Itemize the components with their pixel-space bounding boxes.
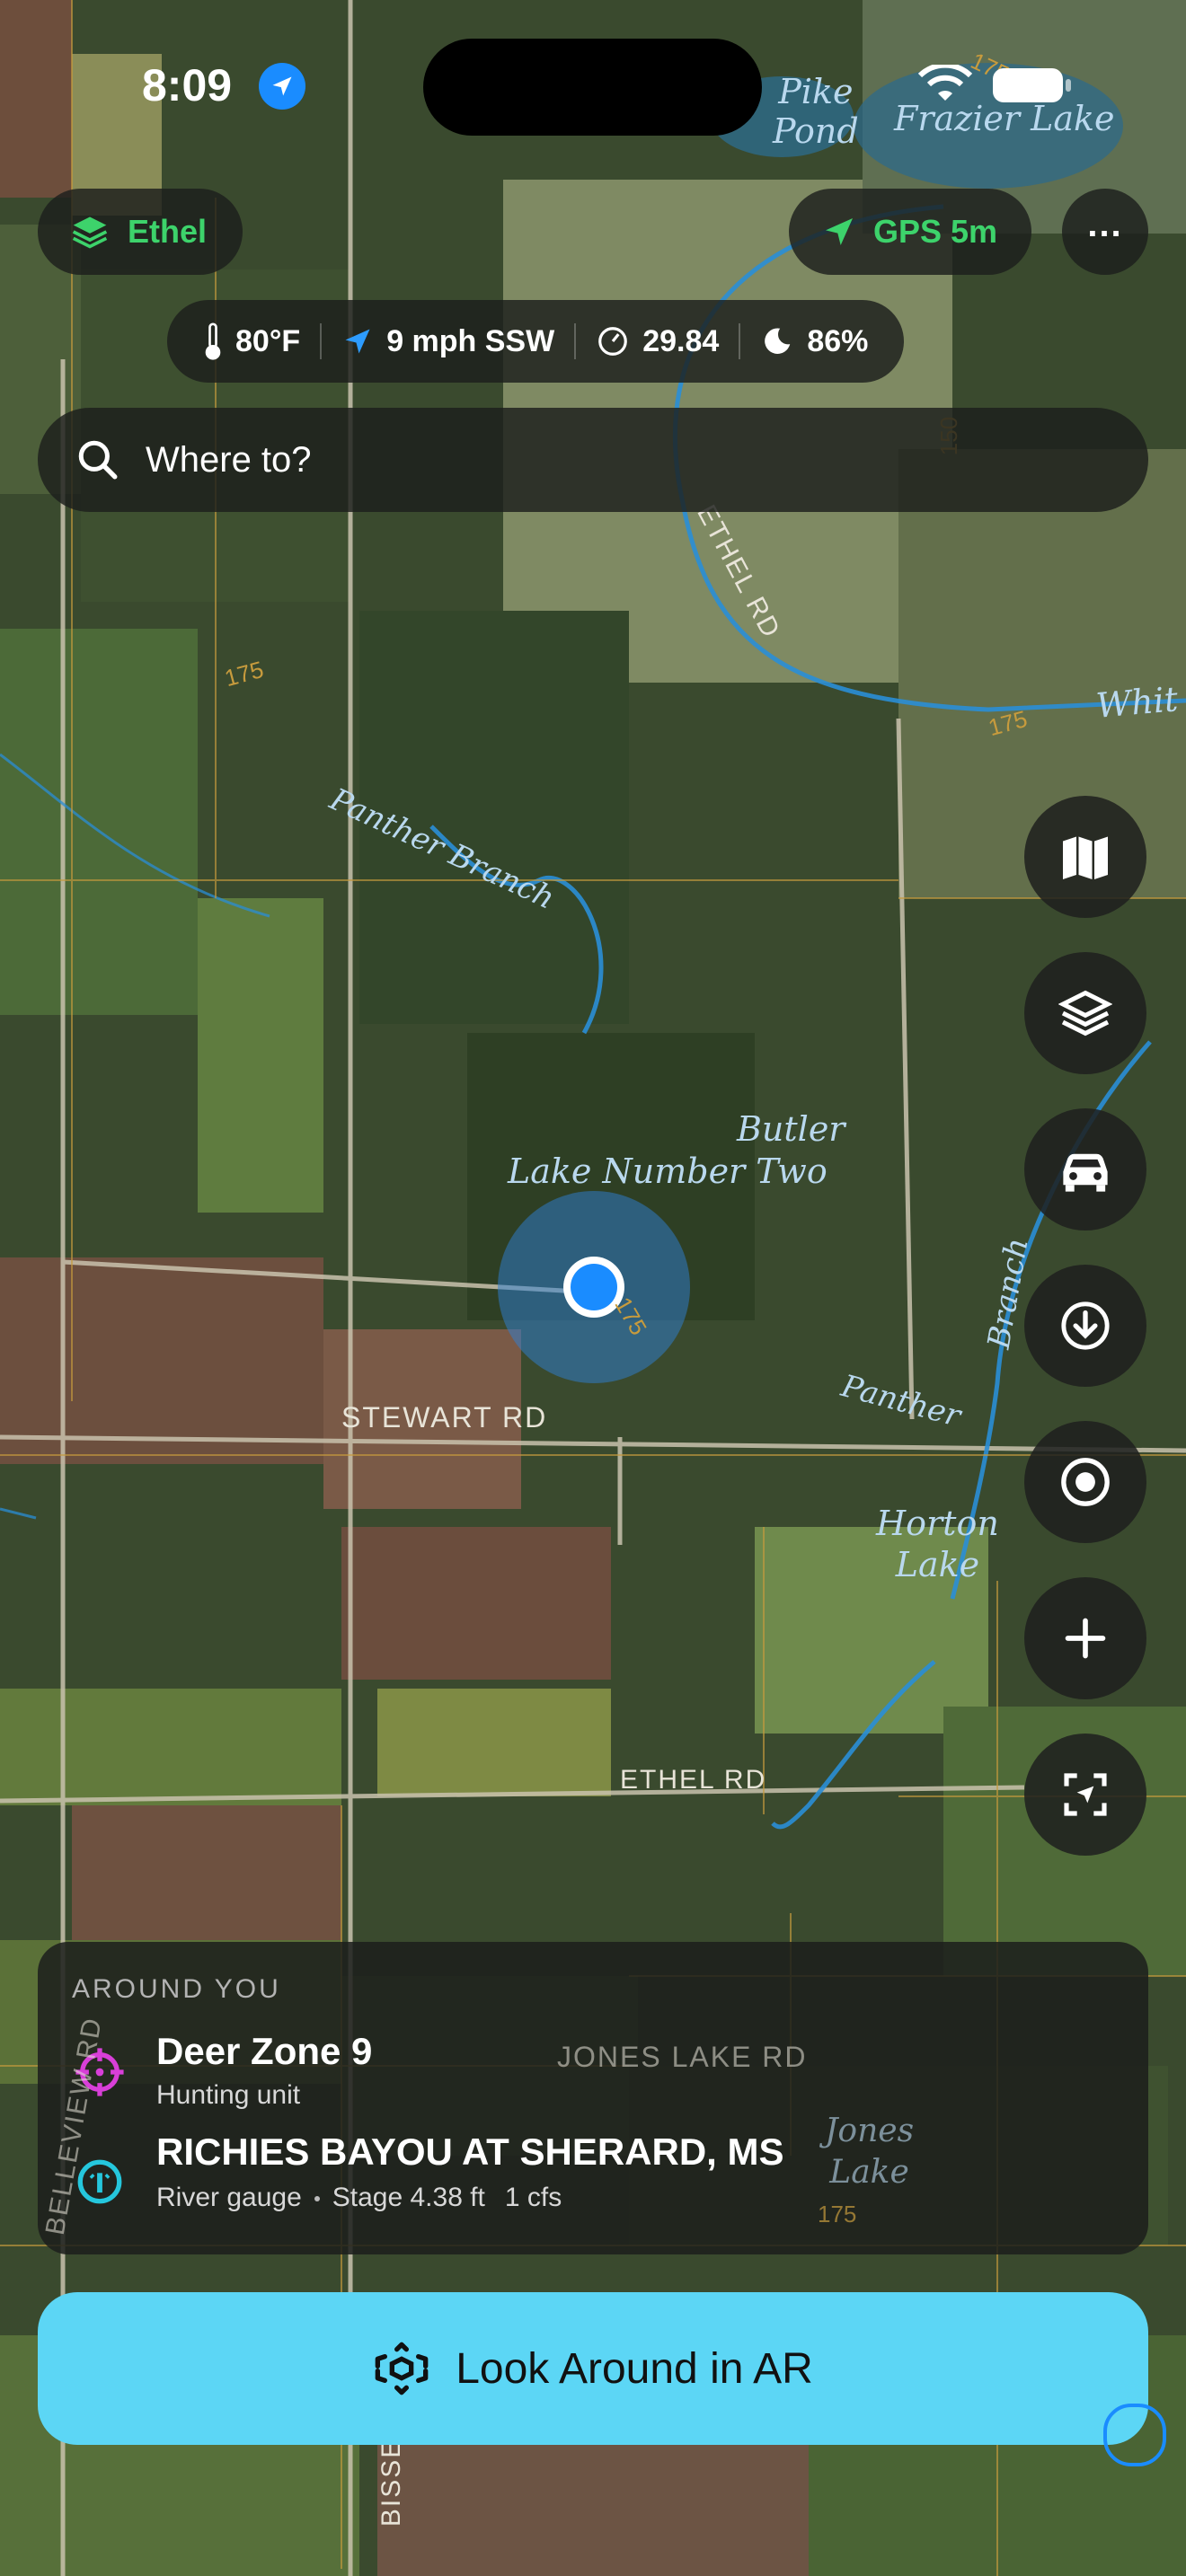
layer-selector-button[interactable]: Ethel [38, 189, 243, 275]
search-bar[interactable]: Where to? [38, 408, 1148, 512]
map-label-pond: Pond [773, 111, 859, 151]
more-options-button[interactable]: ... [1062, 189, 1148, 275]
battery-icon [993, 68, 1063, 102]
gps-accuracy-button[interactable]: GPS 5m [789, 189, 1032, 275]
barometer-icon [598, 327, 628, 356]
add-marker-button[interactable] [1024, 1577, 1146, 1699]
map-label-lake-number-two: Lake Number Two [508, 1151, 828, 1191]
around-you-item-gauge[interactable]: RICHIES BAYOU AT SHERARD, MS River gauge… [56, 2130, 1125, 2238]
moon-value: 86% [807, 323, 869, 358]
around-you-gauge-details: River gauge Stage 4.38 ft 1 cfs [156, 2183, 562, 2213]
plus-icon [1065, 1618, 1106, 1659]
map-label-white-river: Whit [1094, 679, 1180, 726]
map-label-pike: Pike [778, 72, 854, 111]
map-label-jones: Jones [825, 2113, 915, 2149]
gauge-type: River gauge [156, 2183, 302, 2212]
wind-value: 9 mph SSW [386, 323, 555, 358]
wifi-icon [917, 62, 973, 109]
battery-tip [1066, 79, 1071, 92]
download-icon [1061, 1301, 1110, 1350]
layer-label: Ethel [128, 213, 208, 250]
drive-mode-button[interactable] [1024, 1108, 1146, 1231]
dynamic-island [423, 39, 762, 136]
map-label-jones-lake-rd: JONES LAKE RD [557, 2041, 808, 2073]
weather-divider [320, 323, 323, 359]
search-icon [78, 440, 118, 480]
map-label-contour-175-bottom: 175 [818, 2201, 857, 2228]
map-label-horton-lake-word: Lake [895, 1545, 980, 1584]
recenter-location-button[interactable] [1024, 1421, 1146, 1543]
status-time: 8:09 [142, 60, 233, 110]
wind-item: 9 mph SSW [341, 324, 554, 359]
temperature-value: 80°F [235, 323, 301, 358]
thermometer-icon [205, 322, 221, 360]
map-label-jones-lake-word: Lake [829, 2154, 909, 2191]
map-label-stewart-rd: STEWART RD [341, 1401, 548, 1434]
weather-divider [739, 323, 741, 359]
wind-direction-icon [345, 329, 370, 354]
weather-divider [574, 323, 577, 359]
map-label-pike-pond: Pike Pond [773, 72, 859, 151]
layers-icon [1058, 990, 1112, 1037]
layers-button[interactable] [1024, 952, 1146, 1074]
moon-icon [765, 328, 791, 354]
look-around-ar-button[interactable]: Look Around in AR [38, 2292, 1148, 2445]
layers-stack-icon [72, 216, 108, 249]
around-you-panel: AROUND YOU Deer Zone 9 Hunting unit RICH… [38, 1942, 1148, 2254]
ar-scan-icon [1064, 1773, 1107, 1816]
compass-corner-icon [1103, 2404, 1166, 2466]
map-label-jones-lake: Jones Lake [825, 2111, 914, 2193]
around-you-title: RICHIES BAYOU AT SHERARD, MS [156, 2130, 784, 2173]
gps-label: GPS 5m [873, 213, 998, 250]
offline-download-button[interactable] [1024, 1265, 1146, 1387]
ar-cube-icon [375, 2342, 429, 2395]
map-style-button[interactable] [1024, 796, 1146, 918]
weather-bar[interactable]: 80°F 9 mph SSW 29.84 86% [167, 300, 905, 383]
moon-item: 86% [760, 324, 868, 359]
ar-button-label: Look Around in AR [456, 2344, 813, 2393]
around-you-title: Deer Zone 9 [156, 2030, 373, 2072]
gauge-flow: 1 cfs [504, 2183, 562, 2212]
map-label-horton: Horton [876, 1504, 999, 1543]
map-icon [1063, 836, 1108, 879]
pressure-value: 29.84 [642, 323, 720, 358]
around-you-header: AROUND YOU [72, 1974, 281, 2004]
separator-dot [314, 2196, 320, 2202]
gps-arrow-icon [826, 218, 853, 245]
car-icon [1063, 1153, 1108, 1192]
ar-scan-button[interactable] [1024, 1734, 1146, 1856]
pressure-item: 29.84 [596, 324, 719, 359]
locate-icon [1061, 1458, 1110, 1506]
around-you-subtitle: Hunting unit [156, 2080, 301, 2110]
temperature-item: 80°F [203, 322, 300, 360]
ellipsis-icon: ... [1087, 204, 1123, 244]
gauge-stage: Stage 4.38 ft [332, 2183, 485, 2212]
map-label-horton-lake: Horton Lake [876, 1503, 999, 1585]
map-label-ethel-rd-bottom: ETHEL RD [620, 1765, 767, 1795]
map-label-butler: Butler [737, 1109, 845, 1149]
location-arrow-icon [259, 63, 305, 110]
search-placeholder: Where to? [146, 439, 312, 480]
